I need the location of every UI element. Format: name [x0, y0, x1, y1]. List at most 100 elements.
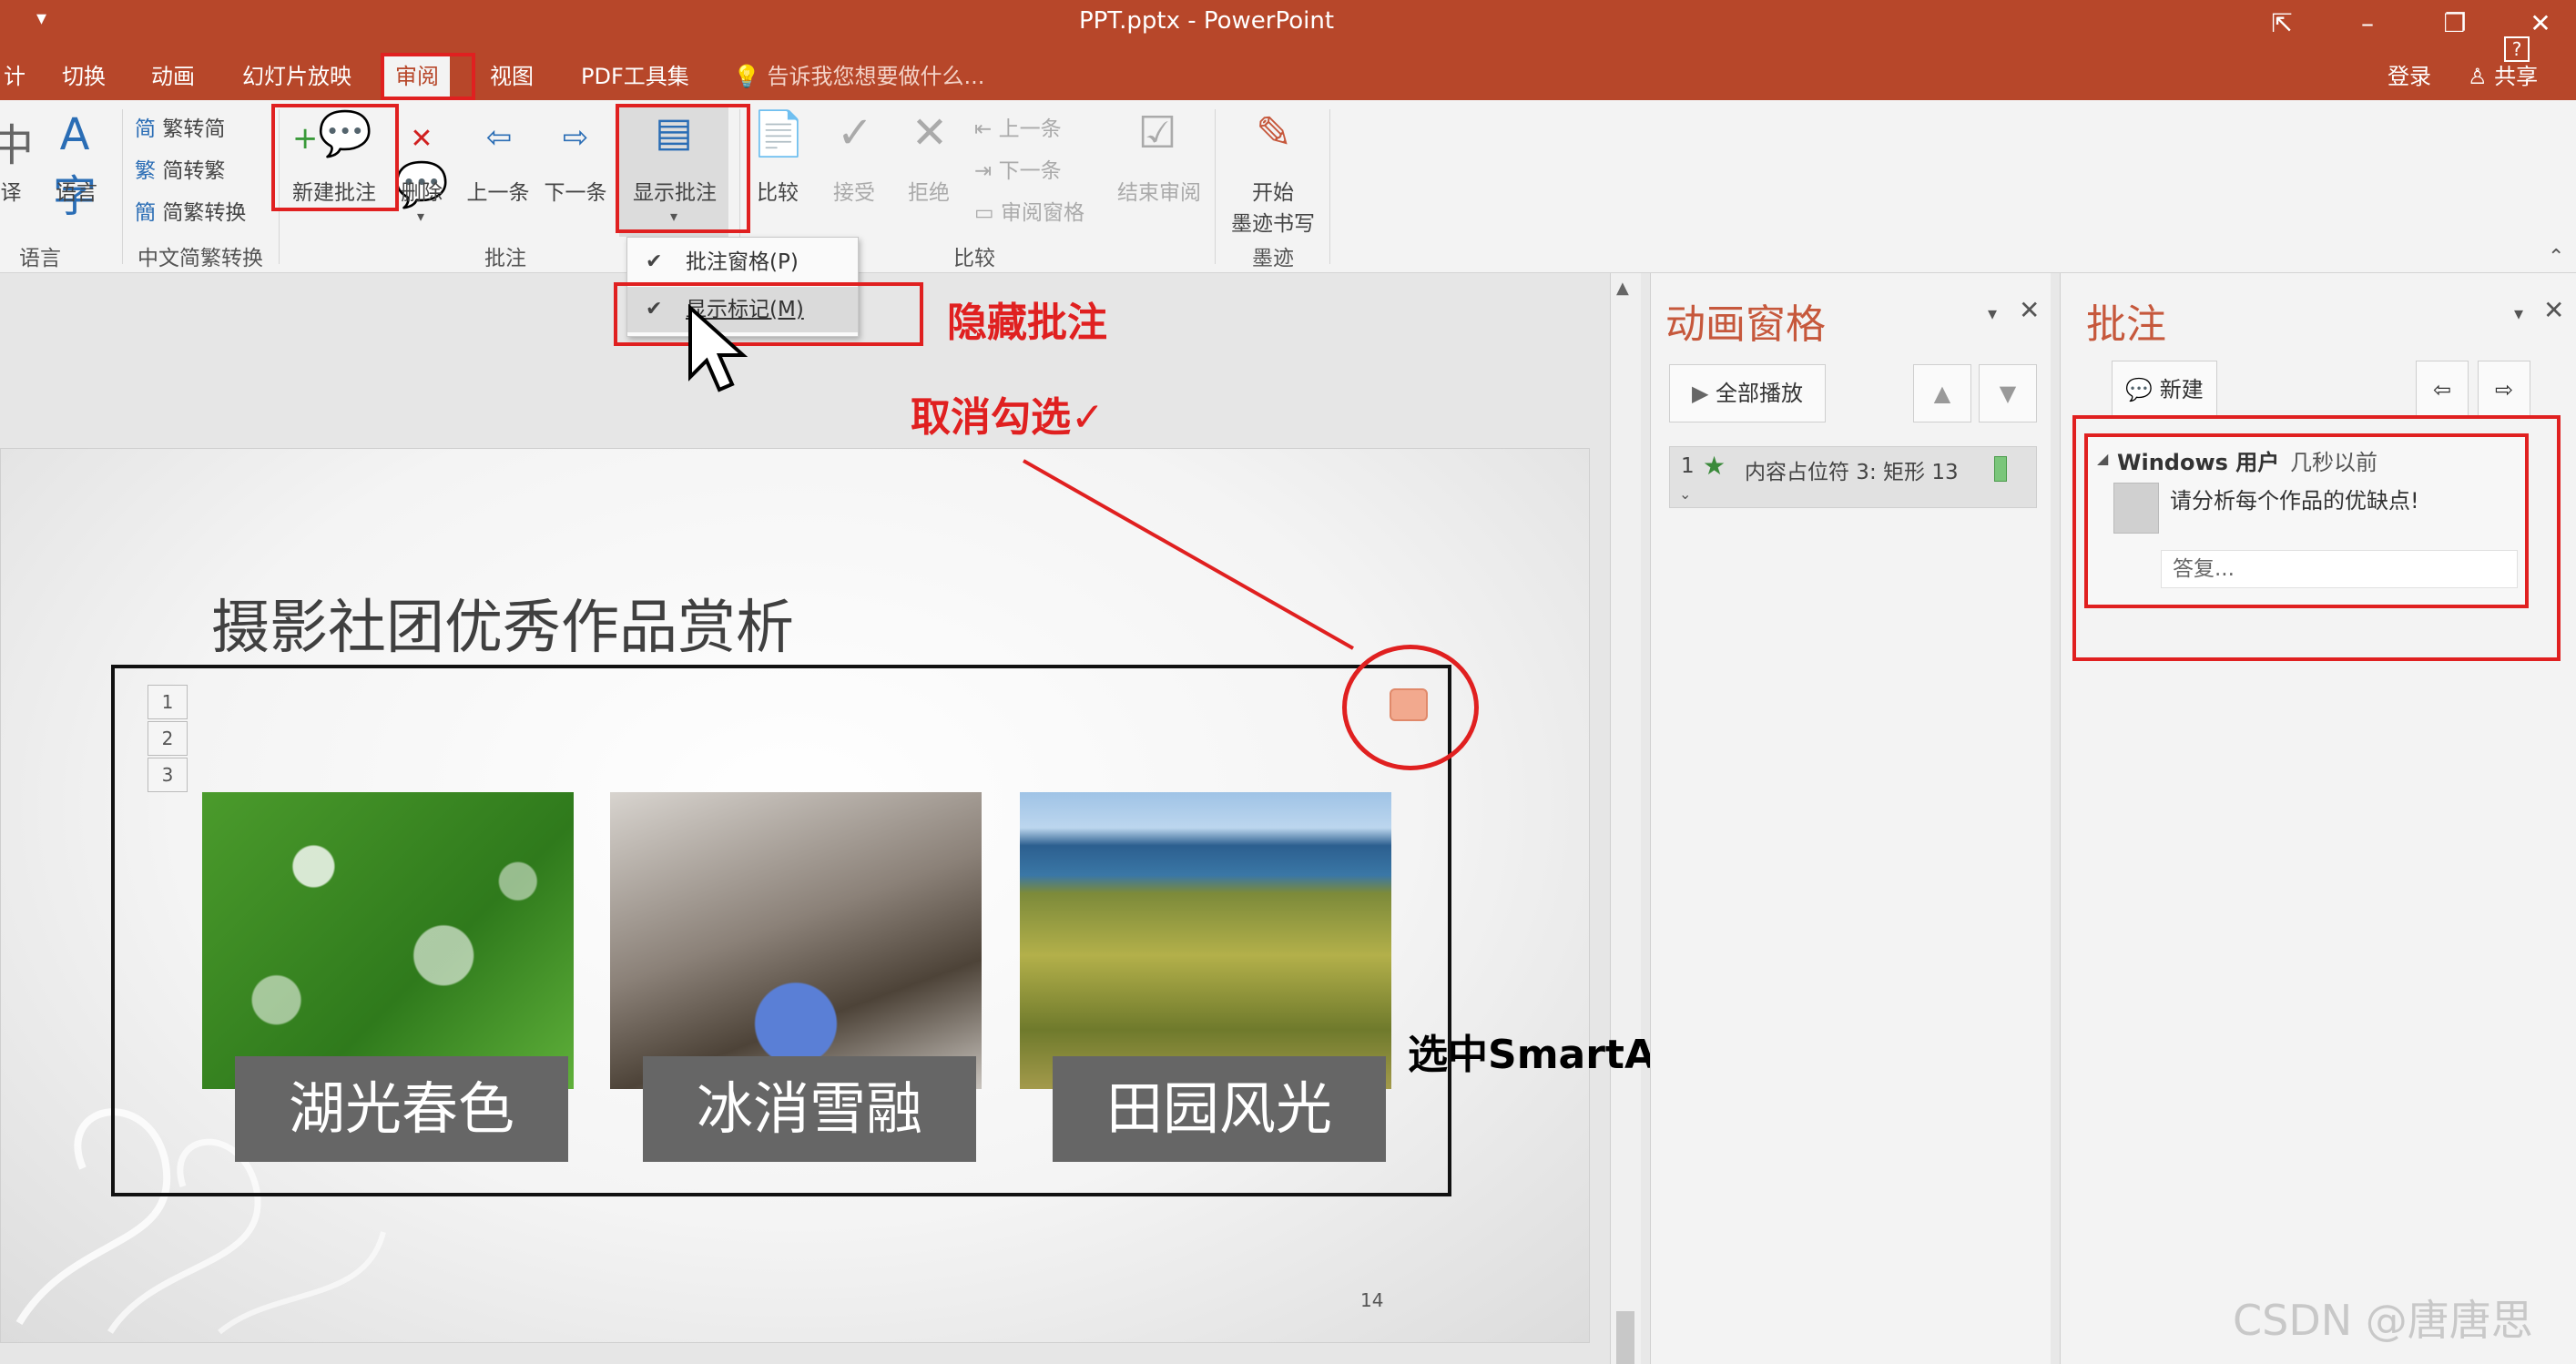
- next-comment-icon: ⇨: [2494, 377, 2514, 402]
- accept-button[interactable]: 接受: [823, 175, 885, 206]
- review-pane-icon: ▭: [974, 201, 994, 225]
- play-all-button[interactable]: ▶ 全部播放: [1669, 364, 1826, 422]
- comments-pane-title: 批注: [2086, 301, 2166, 348]
- highlight-show-markup: [614, 282, 923, 346]
- convert-button[interactable]: 簡 简繁转换: [135, 195, 246, 226]
- tab-slideshow[interactable]: 幻灯片放映: [231, 56, 362, 97]
- convert-icon: 簡: [135, 201, 156, 225]
- new-comment-pane-button[interactable]: 💬 新建: [2112, 361, 2217, 419]
- tab-animations[interactable]: 动画: [140, 56, 206, 97]
- caption-2[interactable]: 冰消雪融: [643, 1056, 976, 1162]
- language-icon[interactable]: A字: [42, 109, 107, 224]
- separator: [1215, 109, 1216, 264]
- login-link[interactable]: 登录: [2388, 58, 2431, 95]
- translate-icon[interactable]: 中: [0, 109, 35, 173]
- end-review-icon[interactable]: ☑: [1116, 107, 1198, 158]
- slide-page-number: 14: [1360, 1289, 1384, 1311]
- quick-access-icon[interactable]: ▾: [36, 7, 46, 30]
- group-label-chinese: 中文简繁转换: [137, 247, 263, 270]
- share-button[interactable]: ♙ 共享: [2468, 58, 2538, 95]
- timing-bar[interactable]: [1994, 456, 2007, 482]
- simple-to-trad-button[interactable]: 繁 简转繁: [135, 153, 225, 184]
- photo-pine-ornament[interactable]: [610, 792, 982, 1089]
- tab-transitions[interactable]: 切换: [51, 56, 117, 97]
- play-icon: ▶: [1691, 381, 1709, 406]
- minimize-button[interactable]: –: [2340, 4, 2395, 44]
- ink-pen-icon[interactable]: ✎: [1233, 107, 1315, 158]
- smartart-text-pane-item[interactable]: 2: [148, 721, 188, 756]
- tab-view[interactable]: 视图: [479, 56, 545, 97]
- next-comment-button[interactable]: 下一条: [537, 175, 614, 206]
- group-label-ink: 墨迹: [1252, 247, 1294, 270]
- up-arrow-icon: ▲: [1933, 381, 1951, 406]
- group-label-comments: 批注: [484, 247, 526, 270]
- review-pane-button[interactable]: ▭ 审阅窗格: [974, 195, 1084, 226]
- watermark: CSDN @唐唐思: [2233, 1296, 2533, 1345]
- close-pane-icon[interactable]: ✕: [2019, 295, 2040, 325]
- previous-comment-pane-button[interactable]: ⇦: [2416, 361, 2469, 419]
- compare-icon[interactable]: 📄: [747, 107, 810, 159]
- previous-comment-icon: ⇦: [2432, 377, 2452, 402]
- compare-next-button[interactable]: ⇥ 下一条: [974, 153, 1062, 184]
- close-pane-icon[interactable]: ✕: [2543, 295, 2564, 325]
- tab-pdf-tools[interactable]: PDF工具集: [570, 56, 700, 97]
- annotation-hide-comments: 隐藏批注: [947, 300, 1107, 346]
- pane-options-icon[interactable]: ▾: [1988, 302, 1997, 324]
- simplify-icon: 简: [135, 117, 156, 141]
- animation-list-item[interactable]: 1 ★ 内容占位符 3: 矩形 13 ⌄: [1669, 446, 2037, 508]
- annotation-uncheck: 取消勾选✓: [911, 394, 1105, 441]
- previous-comment-icon[interactable]: ⇦: [463, 107, 535, 158]
- compare-previous-button[interactable]: ⇤ 上一条: [974, 111, 1062, 142]
- next-change-icon: ⇥: [974, 159, 993, 183]
- separator: [1329, 109, 1330, 264]
- delete-comment-button[interactable]: 删除: [392, 175, 452, 206]
- collapse-ribbon-icon[interactable]: ⌃: [2548, 246, 2564, 269]
- compare-button[interactable]: 比较: [747, 175, 809, 206]
- ribbon-display-icon[interactable]: ⇱: [2255, 4, 2309, 44]
- translate-label: 译: [0, 181, 22, 205]
- new-comment-icon: 💬: [2125, 377, 2153, 402]
- menu-item-comments-pane[interactable]: ✔ 批注窗格(P): [627, 239, 858, 285]
- language-button[interactable]: 语言: [46, 175, 107, 206]
- scroll-up-icon[interactable]: ▲: [1616, 279, 1629, 298]
- accept-icon[interactable]: ✓: [823, 107, 887, 158]
- next-comment-icon[interactable]: ⇨: [539, 107, 612, 158]
- animation-pane-title: 动画窗格: [1665, 301, 1826, 348]
- previous-comment-button[interactable]: 上一条: [461, 175, 535, 206]
- caption-3[interactable]: 田园风光: [1053, 1056, 1386, 1162]
- tab-design[interactable]: 计: [0, 56, 36, 97]
- expand-chevron-icon[interactable]: ⌄: [1679, 485, 1691, 503]
- traditional-icon: 繁: [135, 159, 156, 183]
- caption-1[interactable]: 湖光春色: [235, 1056, 568, 1162]
- scroll-thumb[interactable]: [1616, 1311, 1634, 1364]
- next-comment-pane-button[interactable]: ⇨: [2478, 361, 2530, 419]
- check-icon: ✔: [646, 250, 663, 273]
- restore-button[interactable]: ❐: [2428, 4, 2482, 44]
- window-title: PPT.pptx - PowerPoint: [1078, 7, 1335, 35]
- slide-title[interactable]: 摄影社团优秀作品赏析: [211, 581, 794, 665]
- photo-countryside[interactable]: [1020, 792, 1391, 1089]
- smartart-text-pane-item[interactable]: 1: [148, 685, 188, 719]
- tell-me-box[interactable]: 💡 告诉我您想要做什么...: [733, 58, 984, 95]
- move-up-button[interactable]: ▲: [1913, 364, 1971, 422]
- prev-change-icon: ⇤: [974, 117, 993, 141]
- start-inking-button[interactable]: 开始 墨迹书写: [1217, 175, 1329, 237]
- reject-icon[interactable]: ✕: [898, 107, 962, 158]
- person-icon: ♙: [2468, 64, 2488, 89]
- smartart-text-pane-item[interactable]: 3: [148, 758, 188, 792]
- pane-options-icon[interactable]: ▾: [2514, 302, 2523, 324]
- down-arrow-icon: ▼: [1999, 381, 2017, 406]
- move-down-button[interactable]: ▼: [1979, 364, 2037, 422]
- delete-dropdown-icon[interactable]: ▾: [417, 208, 424, 225]
- reject-button[interactable]: 拒绝: [898, 175, 960, 206]
- trad-to-simple-button[interactable]: 简 繁转简: [135, 111, 225, 142]
- highlight-show-comments: [616, 104, 750, 233]
- end-review-button[interactable]: 结束审阅: [1109, 175, 1209, 206]
- highlight-review-tab: [381, 53, 475, 100]
- lightbulb-icon: 💡: [733, 64, 760, 89]
- slide-scrollbar[interactable]: ▲: [1610, 273, 1641, 1364]
- photo-water-drops[interactable]: [202, 792, 574, 1089]
- help-button[interactable]: ?: [2504, 36, 2530, 62]
- group-label-compare: 比较: [953, 247, 995, 270]
- highlight-comment-card: [2072, 415, 2561, 661]
